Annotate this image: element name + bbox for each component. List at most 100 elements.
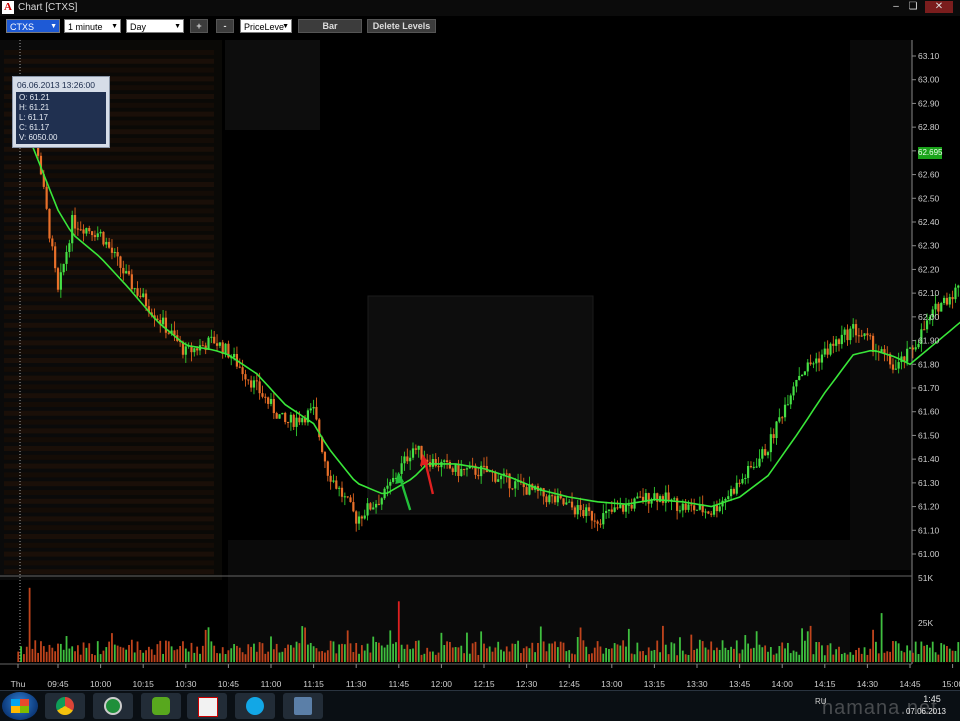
clock-time[interactable]: 1:45	[912, 694, 952, 704]
candle-body	[90, 231, 94, 236]
candle-body	[681, 503, 684, 511]
candle-body	[562, 498, 565, 505]
taskbar-app[interactable]	[235, 693, 275, 719]
minimize-icon[interactable]: –	[888, 1, 904, 13]
volume-bar	[199, 653, 201, 662]
candle-body	[812, 363, 815, 365]
volume-bar	[551, 643, 554, 662]
candle-body	[880, 349, 883, 352]
volume-bar	[346, 630, 349, 662]
candle-body	[357, 516, 361, 524]
volume-bar	[667, 654, 670, 662]
candle-body	[914, 347, 917, 350]
period-select[interactable]: Day ▼	[126, 19, 184, 33]
volume-bar	[565, 651, 568, 662]
volume-bar	[471, 643, 474, 662]
candle-body	[241, 367, 244, 375]
candle-body	[710, 513, 713, 515]
volume-bar	[647, 647, 650, 662]
candle-body	[443, 460, 446, 462]
volume-bar	[392, 643, 395, 662]
candle-body	[718, 506, 721, 512]
candle-body	[798, 375, 801, 380]
candle-body	[59, 272, 62, 290]
volume-bar	[309, 642, 312, 662]
candle-body	[326, 461, 329, 476]
volume-bar	[625, 646, 627, 662]
candle-body	[201, 345, 204, 347]
candle-body	[593, 520, 596, 522]
volume-bar	[894, 641, 897, 662]
ghost-row	[4, 199, 214, 205]
candle-body	[942, 297, 946, 304]
candle-body	[386, 485, 389, 489]
levels-select[interactable]: PriceLeve ▼	[240, 19, 292, 33]
volume-bar	[920, 641, 923, 662]
candle-body	[761, 449, 764, 459]
volume-bar	[539, 626, 542, 662]
close-icon[interactable]: ✕	[925, 1, 953, 13]
candle-body	[778, 417, 781, 422]
time-tick-label: Thu	[11, 679, 26, 689]
price-chart[interactable]: 63.1063.0062.9062.8062.7062.6062.5062.40…	[0, 38, 960, 690]
volume-bar	[679, 637, 681, 662]
volume-bar	[653, 649, 656, 662]
volume-bar	[437, 652, 440, 662]
volume-bar	[673, 643, 676, 662]
clock-date[interactable]: 07.06.2013	[900, 707, 952, 716]
candle-body	[437, 466, 440, 468]
volume-bar	[488, 646, 491, 662]
time-tick-label: 12:00	[431, 679, 453, 689]
volume-bar	[176, 649, 179, 662]
candle-body	[119, 256, 122, 268]
zoom-in-button[interactable]: +	[190, 19, 208, 33]
price-tick-label: 61.00	[918, 549, 940, 559]
candle-body	[835, 339, 838, 346]
volume-bar	[588, 654, 590, 662]
candle-body	[457, 464, 460, 476]
taskbar-app[interactable]	[93, 693, 133, 719]
volume-bar	[136, 641, 139, 662]
volume-bar	[480, 631, 483, 662]
delete-levels-button[interactable]: Delete Levels	[367, 19, 436, 33]
zoom-out-button[interactable]: -	[216, 19, 234, 33]
candle-body	[908, 347, 912, 349]
volume-bar	[582, 640, 585, 662]
volume-bar	[25, 646, 28, 662]
taskbar-app[interactable]	[141, 693, 181, 719]
candle-body	[403, 456, 406, 464]
taskbar-app[interactable]	[283, 693, 323, 719]
restore-icon[interactable]: ❏	[905, 1, 921, 13]
candle-body	[891, 364, 895, 370]
candle-body	[267, 397, 270, 404]
volume-bar	[230, 648, 233, 662]
candle-body	[88, 228, 91, 232]
taskbar-app[interactable]	[187, 693, 227, 719]
volume-bar	[843, 652, 846, 662]
candle-body	[96, 233, 99, 238]
symbol-select[interactable]: CTXS ▼	[6, 19, 60, 33]
volume-bar	[190, 642, 193, 662]
volume-bar	[45, 651, 48, 662]
interval-select-value: 1 minute	[68, 22, 103, 32]
volume-bar	[599, 646, 602, 662]
volume-bar	[520, 653, 522, 662]
candle-body	[164, 317, 168, 333]
candle-body	[309, 408, 312, 411]
candle-body	[948, 297, 951, 305]
volume-bar	[463, 653, 466, 662]
candle-body	[590, 511, 594, 521]
volume-bar	[153, 654, 156, 662]
interval-select[interactable]: 1 minute ▼	[64, 19, 121, 33]
start-button[interactable]	[2, 692, 38, 720]
candle-body	[448, 461, 452, 469]
taskbar-app[interactable]	[45, 693, 85, 719]
volume-bar	[409, 649, 412, 662]
candle-body	[110, 247, 114, 253]
candle-body	[678, 510, 682, 512]
time-tick-label: 15:00	[942, 679, 960, 689]
time-tick-label: 14:45	[899, 679, 921, 689]
candle-body	[431, 459, 434, 467]
volume-bar	[900, 650, 903, 662]
bar-type-button[interactable]: Bar	[298, 19, 362, 33]
